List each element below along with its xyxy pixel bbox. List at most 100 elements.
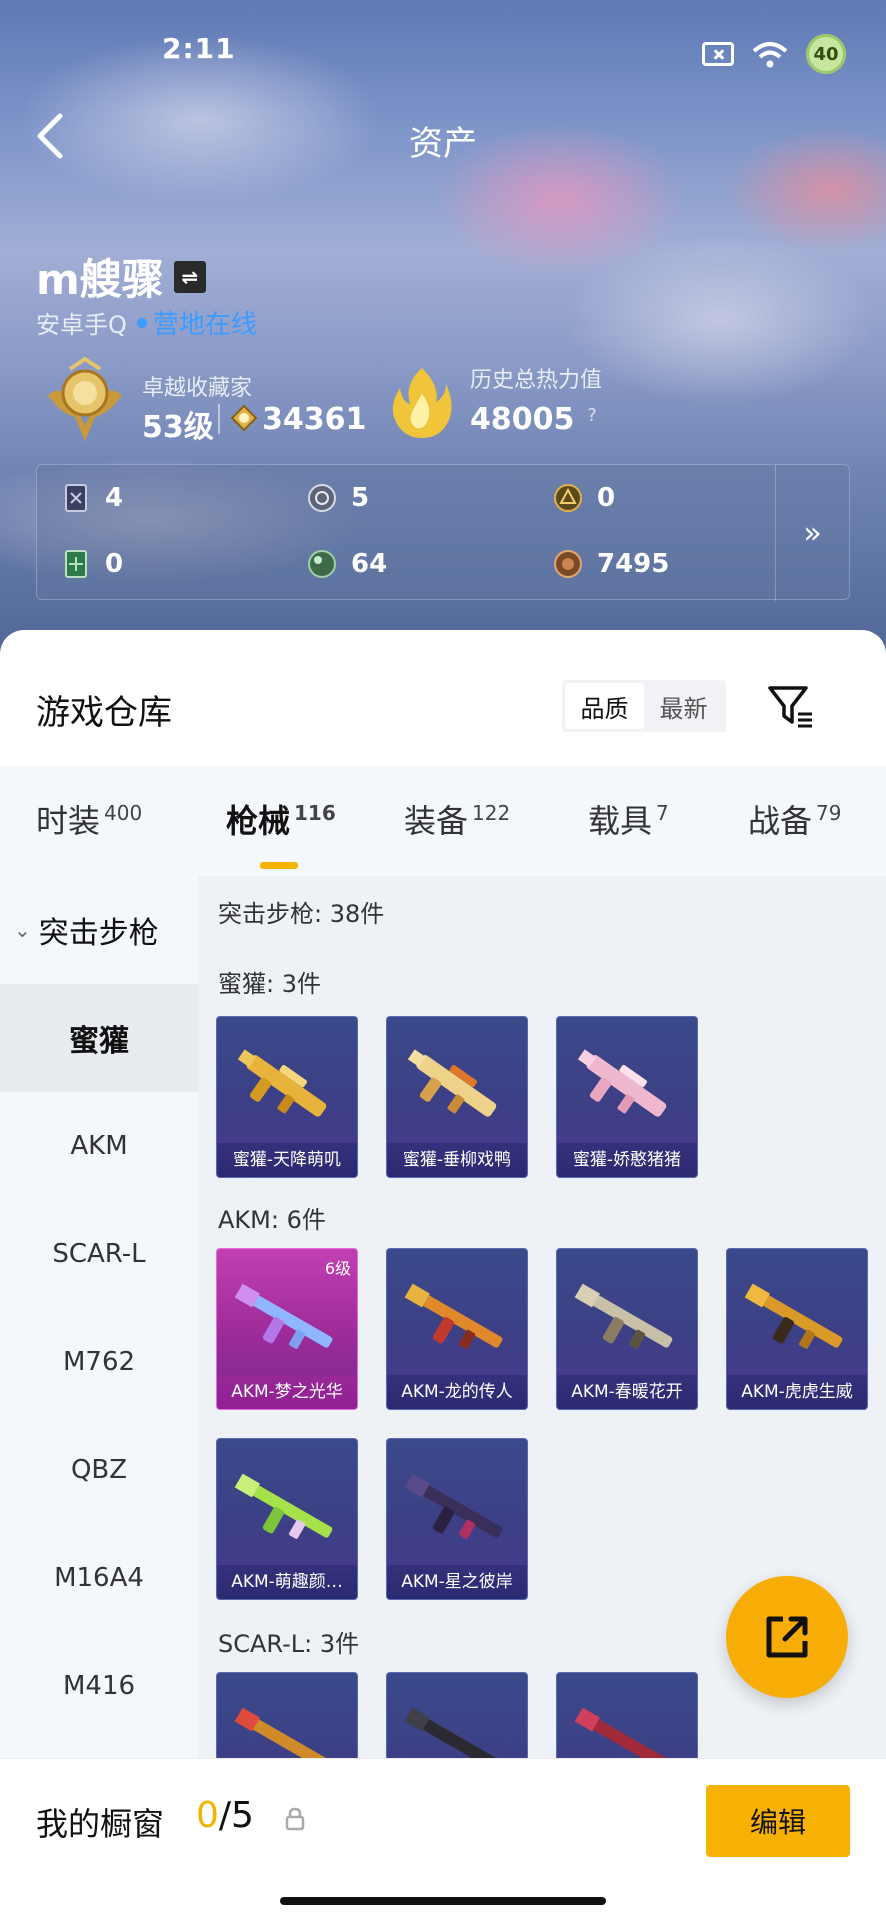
tab-count: 400 [104,801,143,826]
tab-gear[interactable]: 战备 79 [748,796,841,842]
heat-value: 48005 [470,402,575,437]
warehouse-title: 游戏仓库 [36,693,172,733]
sidebar-item[interactable]: M16A4 [0,1524,198,1632]
gun-skin-image [574,1283,673,1349]
category-tabs: 时装 400 枪械 116 装备 122 载具 7 战备 79 [0,766,886,876]
tab-firearms[interactable]: 枪械 116 [226,796,336,842]
profile-header: 2:11 40 资产 m艘骤 ⇌ 安卓手Q 营地在线 卓越收藏家 53级 343… [0,0,886,660]
bronze-coin-icon [554,550,582,578]
tab-label: 装备 [404,802,469,840]
username: m艘骤 ⇌ [36,246,206,307]
share-button[interactable] [726,1576,848,1698]
lock-icon [285,1807,305,1831]
skin-card[interactable]: AKM-星之彼岸 [386,1438,528,1600]
green-card-icon [65,550,87,578]
skin-card[interactable]: AKM-萌趣颜… [216,1438,358,1600]
section-title: 突击步枪: 38件 [218,900,385,928]
gun-skin-image [407,1049,497,1117]
swap-account-icon[interactable]: ⇌ [173,260,206,293]
heat-label: 历史总热力值 [470,368,603,393]
sidebar-group-label: 突击步枪 [38,916,159,951]
resource-value: 0 [105,549,124,579]
tab-equipment[interactable]: 装备 122 [404,796,510,842]
resource-value: 64 [351,549,388,579]
status-icons: 40 [702,34,846,74]
skin-name: AKM-星之彼岸 [387,1565,527,1599]
sidebar-item[interactable]: AKM [0,1092,198,1200]
flame-icon [392,368,452,438]
edit-button[interactable]: 编辑 [706,1785,850,1857]
coin-value: 34361 [262,402,367,437]
skin-name: AKM-龙的传人 [387,1375,527,1409]
skin-name: AKM-虎虎生威 [727,1375,867,1409]
gun-skin-image [577,1049,667,1117]
sidebar-item[interactable]: SCAR-L [0,1200,198,1308]
divider [218,404,220,434]
green-orb-icon [308,550,336,578]
help-icon[interactable]: ? [580,404,604,428]
sidebar-item[interactable]: M416 [0,1632,198,1740]
skin-card[interactable]: 蜜獾-娇憨猪猪 [556,1016,698,1178]
resources-panel[interactable]: 4 5 0 0 64 7495 » [36,464,850,601]
online-dot-icon [136,317,147,328]
sort-quality-button[interactable]: 品质 [565,683,644,729]
battery-icon: 40 [806,34,846,74]
group-title: AKM: 6件 [218,1206,326,1234]
showcase-title: 我的橱窗 [36,1805,165,1843]
page-title: 资产 [409,124,477,164]
sort-toggle: 品质 最新 [562,680,726,732]
card-icon [65,484,87,512]
sidebar-item[interactable]: 蜜獾 [0,984,198,1092]
tab-count: 116 [294,801,336,826]
skin-card[interactable]: 6级 AKM-梦之光华 [216,1248,358,1410]
no-sim-icon [702,42,734,66]
filter-icon[interactable] [766,682,814,730]
warehouse-sheet: 游戏仓库 品质 最新 时装 400 枪械 116 装备 122 载具 7 战备 79 ⌄ … [0,630,886,1920]
resource-item: 7495 [553,549,669,579]
resource-item: 5 [307,483,369,513]
username-text: m艘骤 [36,255,164,304]
resource-item: 64 [307,549,387,579]
showcase-count-current: 0 [196,1795,219,1836]
gun-skin-image [234,1283,333,1349]
resource-item: 4 [61,483,123,513]
chevron-down-icon: ⌄ [14,918,31,942]
showcase-bar: 我的橱窗 0/5 编辑 [0,1758,886,1920]
home-indicator [280,1897,606,1905]
skin-name: AKM-梦之光华 [217,1375,357,1409]
silver-coin-icon [308,484,336,512]
sidebar-item[interactable]: M762 [0,1308,198,1416]
skin-card[interactable]: AKM-春暖花开 [556,1248,698,1410]
tab-costume[interactable]: 时装 400 [36,796,142,842]
sidebar-item[interactable]: QBZ [0,1416,198,1524]
skin-card[interactable]: AKM-虎虎生威 [726,1248,868,1410]
active-tab-indicator [260,862,298,869]
resource-value: 5 [351,483,370,513]
platform-text: 安卓手Q [36,311,127,339]
group-title: SCAR-L: 3件 [218,1630,360,1658]
skin-card[interactable]: AKM-龙的传人 [386,1248,528,1410]
wifi-icon [752,42,788,68]
more-resources-button[interactable]: » [775,465,849,601]
sort-latest-button[interactable]: 最新 [644,683,723,729]
rank-badge-icon [48,356,122,441]
tab-count: 79 [816,801,842,826]
resource-item: 0 [553,483,615,513]
resource-value: 7495 [597,549,670,579]
skin-card[interactable]: 蜜獾-垂柳戏鸭 [386,1016,528,1178]
tab-count: 122 [472,801,511,826]
sidebar-group-assault-rifle[interactable]: ⌄ 突击步枪 [0,876,198,984]
tab-label: 时装 [36,802,101,840]
resource-value: 0 [597,483,616,513]
showcase-count-total: /5 [218,1795,254,1836]
tab-count: 7 [656,801,669,826]
platform-info: 安卓手Q 营地在线 [36,304,257,341]
tab-vehicles[interactable]: 载具 7 [588,796,669,842]
skin-card[interactable]: 蜜獾-天降萌叽 [216,1016,358,1178]
showcase-count: 0/5 [196,1795,254,1836]
resource-value: 4 [105,483,124,513]
gun-skin-image [404,1283,503,1349]
rank-name: 卓越收藏家 [142,376,253,401]
skin-name: 蜜獾-娇憨猪猪 [557,1143,697,1177]
skin-name: 蜜獾-天降萌叽 [217,1143,357,1177]
